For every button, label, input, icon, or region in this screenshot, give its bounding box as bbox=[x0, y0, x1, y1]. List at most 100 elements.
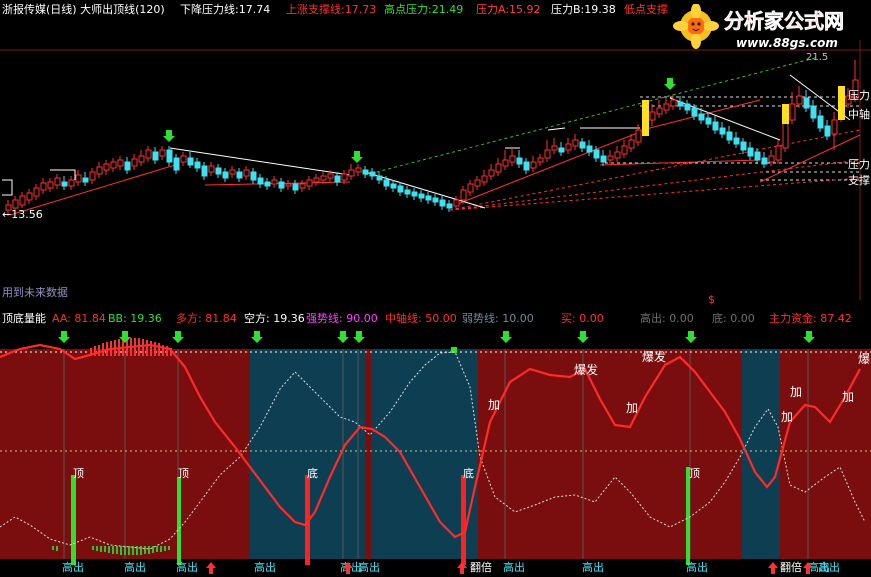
candle bbox=[47, 181, 54, 189]
energy-bar bbox=[144, 546, 146, 554]
candle bbox=[579, 141, 586, 149]
candle bbox=[614, 151, 621, 159]
highlight-candle bbox=[782, 104, 789, 124]
candle bbox=[397, 185, 404, 193]
candle bbox=[453, 199, 460, 207]
indicator-item-1: BB: 19.36 bbox=[108, 312, 162, 325]
energy-bar bbox=[124, 546, 126, 555]
annotation-top-2: 顶 bbox=[178, 467, 189, 480]
candle bbox=[411, 191, 418, 197]
candle bbox=[607, 155, 614, 161]
candle bbox=[817, 115, 824, 129]
candle bbox=[418, 193, 425, 199]
candle bbox=[166, 149, 173, 163]
energy-bar bbox=[52, 546, 54, 550]
candle bbox=[89, 171, 96, 181]
candle bbox=[551, 145, 558, 151]
indicator-item-10: 主力资金: 87.42 bbox=[769, 312, 852, 325]
green-down-arrow-icon bbox=[500, 331, 512, 343]
candle bbox=[236, 171, 243, 179]
candle bbox=[824, 125, 831, 137]
dollar-marker: $ bbox=[708, 293, 715, 306]
candle bbox=[110, 161, 117, 169]
energy-bar bbox=[154, 342, 156, 356]
candle bbox=[810, 105, 817, 119]
candle bbox=[747, 147, 754, 157]
energy-bar bbox=[96, 546, 98, 551]
candle bbox=[698, 113, 705, 121]
green-down-arrow-icon bbox=[58, 331, 70, 343]
candle bbox=[362, 169, 369, 175]
candle bbox=[376, 175, 383, 181]
candle bbox=[75, 174, 82, 183]
highlight-candle bbox=[838, 86, 845, 120]
energy-bar bbox=[156, 546, 158, 552]
candle bbox=[250, 171, 257, 181]
candle bbox=[789, 103, 796, 121]
indicator-item-4: 强势线: 90.00 bbox=[306, 312, 378, 325]
candle bbox=[516, 157, 523, 165]
energy-bar bbox=[100, 546, 102, 552]
candle bbox=[684, 103, 691, 111]
candle bbox=[278, 181, 285, 189]
candle bbox=[586, 145, 593, 153]
candle bbox=[656, 107, 663, 115]
candle bbox=[481, 175, 488, 183]
candle bbox=[215, 167, 222, 175]
candle bbox=[775, 145, 782, 161]
candle bbox=[796, 95, 803, 105]
candle bbox=[40, 182, 47, 191]
candle bbox=[341, 173, 348, 181]
indicator-item-3: 空方: 19.36 bbox=[244, 312, 305, 325]
energy-bar bbox=[98, 345, 100, 356]
annotation-add-1: 加 bbox=[488, 398, 501, 412]
candle bbox=[719, 127, 726, 135]
candle bbox=[61, 181, 68, 187]
candle bbox=[103, 163, 110, 171]
indicator-item-0: AA: 81.84 bbox=[52, 312, 106, 325]
candle bbox=[96, 166, 103, 175]
candle bbox=[383, 179, 390, 187]
candle bbox=[271, 179, 278, 185]
annotation-top-1: 顶 bbox=[73, 467, 84, 480]
energy-bar bbox=[56, 546, 58, 551]
candle bbox=[425, 195, 432, 201]
annotation-add-3: 加 bbox=[781, 410, 794, 424]
candle bbox=[292, 183, 299, 191]
candle bbox=[306, 179, 313, 187]
candle bbox=[537, 157, 544, 163]
candle bbox=[712, 121, 719, 131]
energy-bar bbox=[140, 546, 142, 555]
energy-bar bbox=[120, 546, 122, 555]
red-up-arrow-icon bbox=[768, 562, 778, 574]
candle bbox=[726, 131, 733, 141]
candle bbox=[733, 137, 740, 145]
candle bbox=[530, 161, 537, 169]
price-chart bbox=[0, 40, 871, 300]
indicator-item-2: 多方: 81.84 bbox=[176, 312, 237, 325]
stock-chart-window: { "header": { "title": "浙报传媒(日线) 大师出顶线(1… bbox=[0, 0, 871, 577]
energy-bar bbox=[158, 343, 160, 356]
energy-bar bbox=[142, 339, 144, 356]
candle bbox=[565, 143, 572, 151]
indicator-item-5: 中轴线: 50.00 bbox=[385, 312, 457, 325]
candle bbox=[467, 183, 474, 193]
energy-bar bbox=[102, 343, 104, 356]
candle bbox=[390, 183, 397, 189]
candle bbox=[523, 161, 530, 171]
candle bbox=[194, 161, 201, 169]
candle bbox=[54, 177, 61, 186]
candle bbox=[12, 199, 19, 209]
energy-bar bbox=[160, 546, 162, 552]
candle bbox=[285, 183, 292, 187]
candle bbox=[313, 177, 320, 183]
candle bbox=[152, 151, 159, 161]
annotation-top-3: 顶 bbox=[689, 467, 700, 480]
candle bbox=[803, 97, 810, 109]
candle bbox=[320, 175, 327, 181]
candle bbox=[19, 195, 26, 206]
candle bbox=[334, 175, 341, 183]
candle bbox=[124, 161, 131, 171]
candle bbox=[474, 179, 481, 187]
red-up-arrow-icon bbox=[803, 562, 813, 574]
